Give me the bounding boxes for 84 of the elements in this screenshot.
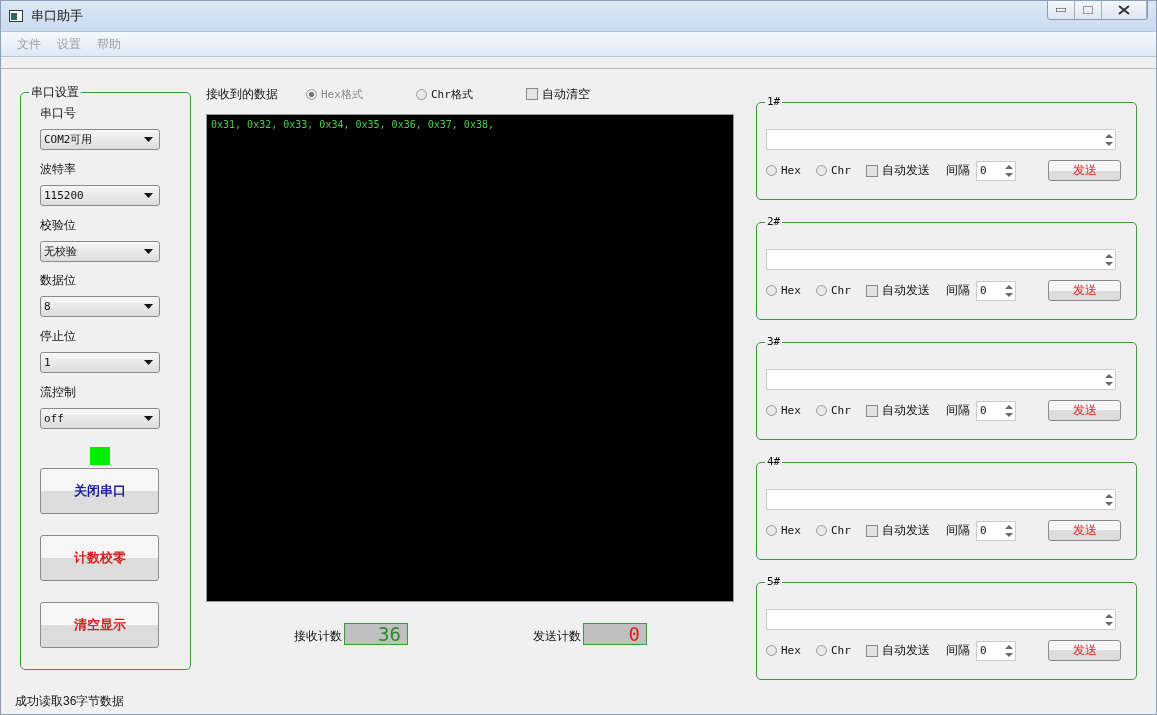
auto-send-checkbox[interactable]: 自动发送 (866, 642, 946, 659)
lcd-counter: 0 (583, 623, 647, 645)
interval-spinbox[interactable]: 0 (976, 400, 1016, 421)
format-radio[interactable]: Chr (816, 284, 866, 297)
spin-arrows-icon[interactable] (1103, 611, 1115, 628)
spin-arrows-icon[interactable] (1103, 491, 1115, 508)
minimize-icon (1056, 8, 1066, 12)
format-radio[interactable]: Hex (766, 404, 816, 417)
dropdown[interactable]: COM2可用 (40, 129, 160, 150)
section-title: 接收到的数据 (206, 85, 279, 103)
dropdown-arrow-icon (144, 248, 153, 254)
field-label: 流控制 (40, 384, 77, 401)
send-input-field[interactable] (766, 369, 1116, 390)
spin-arrows-icon[interactable] (1003, 402, 1015, 419)
send-button[interactable]: 发送 (1048, 160, 1121, 181)
interval-label: 间隔 (946, 282, 970, 299)
spin-arrows-icon[interactable] (1003, 162, 1015, 179)
interval-label: 间隔 (946, 642, 970, 659)
interval-spinbox[interactable]: 0 (976, 160, 1016, 181)
spin-arrows-icon[interactable] (1103, 251, 1115, 268)
format-radio[interactable]: Chr (816, 404, 866, 417)
counter-label: 发送计数 (533, 628, 581, 645)
format-radio[interactable]: Hex (766, 644, 816, 657)
send-input-field[interactable] (766, 129, 1116, 150)
field-label: 数据位 (40, 272, 77, 289)
close-icon (1118, 5, 1130, 15)
app-icon (9, 10, 23, 22)
interval-label: 间隔 (946, 522, 970, 539)
send-input-field[interactable] (766, 489, 1116, 510)
action-button[interactable]: 清空显示 (40, 602, 159, 649)
action-button[interactable]: 计数校零 (40, 535, 159, 582)
dropdown-arrow-icon (144, 304, 153, 310)
auto-send-checkbox[interactable]: 自动发送 (866, 402, 946, 419)
dropdown-arrow-icon (144, 360, 153, 366)
dropdown-arrow-icon (144, 137, 153, 142)
auto-send-checkbox[interactable]: 自动发送 (866, 522, 946, 539)
dropdown[interactable]: 无校验 (40, 240, 160, 262)
spin-arrows-icon[interactable] (1003, 522, 1015, 539)
format-radio[interactable]: Chr (816, 164, 866, 177)
dropdown[interactable]: 115200 (40, 184, 160, 206)
close-button[interactable] (1102, 1, 1147, 19)
interval-spinbox[interactable]: 0 (976, 640, 1016, 661)
auto-clear-checkbox[interactable]: 自动清空 (526, 85, 616, 103)
interval-spinbox[interactable]: 0 (976, 280, 1016, 301)
lcd-counter: 36 (344, 623, 408, 645)
send-input-field[interactable] (766, 249, 1116, 270)
received-data-text: 0x31, 0x32, 0x33, 0x34, 0x35, 0x36, 0x37, 0x38, (211, 119, 494, 130)
send-input-field[interactable] (766, 609, 1116, 630)
spin-arrows-icon[interactable] (1103, 371, 1115, 388)
format-radio[interactable]: Chr (816, 644, 866, 657)
field-label: 停止位 (40, 328, 77, 345)
interval-spinbox[interactable]: 0 (976, 520, 1016, 541)
field-label: 串口号 (40, 105, 77, 121)
dropdown[interactable]: off (40, 408, 160, 430)
send-button[interactable]: 发送 (1048, 280, 1121, 301)
window-title: 串口助手 (31, 7, 83, 25)
format-radio[interactable]: Hex (766, 164, 816, 177)
interval-label: 间隔 (946, 402, 970, 419)
status-bar-text: 成功读取36字节数据 (14, 693, 126, 710)
auto-send-checkbox[interactable]: 自动发送 (866, 282, 946, 299)
field-label: 校验位 (40, 216, 77, 233)
format-radio[interactable]: Chr (816, 524, 866, 537)
minimize-button[interactable] (1048, 1, 1075, 19)
send-button[interactable]: 发送 (1048, 520, 1121, 541)
format-radio[interactable]: Hex (766, 524, 816, 537)
spin-arrows-icon[interactable] (1103, 131, 1115, 148)
maximize-icon (1083, 6, 1093, 14)
format-radio[interactable]: Hex (766, 284, 816, 297)
maximize-button[interactable] (1075, 1, 1102, 19)
format-radio[interactable]: Chr格式 (416, 86, 526, 102)
dropdown-arrow-icon (144, 416, 153, 422)
interval-label: 间隔 (946, 162, 970, 179)
dropdown[interactable]: 8 (40, 296, 160, 318)
action-button[interactable]: 关闭串口 (40, 468, 159, 515)
auto-send-checkbox[interactable]: 自动发送 (866, 162, 946, 179)
dropdown-arrow-icon (144, 192, 153, 198)
dropdown[interactable]: 1 (40, 352, 160, 374)
counter-label: 接收计数 (294, 628, 342, 645)
spin-arrows-icon[interactable] (1003, 642, 1015, 659)
field-label: 波特率 (40, 160, 77, 177)
send-button[interactable]: 发送 (1048, 640, 1121, 661)
send-button[interactable]: 发送 (1048, 400, 1121, 421)
spin-arrows-icon[interactable] (1003, 282, 1015, 299)
group-title: 串口设置 (29, 85, 81, 99)
